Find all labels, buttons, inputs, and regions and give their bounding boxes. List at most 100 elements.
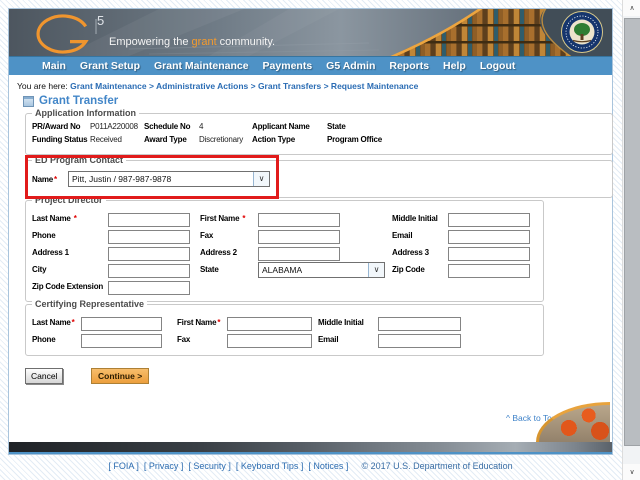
breadcrumb: You are here: Grant Maintenance > Admini…	[9, 75, 612, 91]
certifying-representative-section: Certifying Representative Last Name* Fir…	[25, 304, 544, 356]
required-marker: *	[72, 318, 75, 327]
pd-phone-input[interactable]	[108, 230, 190, 244]
ed-name-label: Name*	[32, 175, 68, 184]
cr-last-name-label: Last Name*	[32, 318, 81, 327]
nav-item-logout[interactable]: Logout	[480, 60, 516, 72]
pd-zip-ext-label: Zip Code Extension	[32, 282, 108, 291]
cr-first-name-label: First Name*	[177, 318, 227, 327]
banner-tagline: Empowering the grant community.	[109, 36, 275, 48]
cr-middle-initial-label: Middle Initial	[318, 318, 378, 327]
required-marker: *	[217, 318, 220, 327]
footer-link-keyboard-tips[interactable]: [ Keyboard Tips ]	[236, 461, 304, 471]
cr-email-input[interactable]	[378, 334, 461, 348]
footer-banner-bar	[9, 442, 612, 454]
required-marker: *	[242, 214, 245, 223]
g5-page: 5 Empowering the grant community. Main G…	[8, 8, 613, 455]
department-of-education-seal	[562, 12, 603, 53]
pd-last-name-input[interactable]	[108, 213, 190, 227]
classroom-corner-image	[536, 402, 610, 442]
pd-address3-input[interactable]	[448, 247, 530, 261]
project-director-section: Project Director Last Name * First Name …	[25, 200, 544, 302]
pd-middle-initial-label: Middle Initial	[392, 214, 448, 223]
footer: [ FOIA ] [ Privacy ] [ Security ] [ Keyb…	[0, 461, 621, 471]
pr-award-no-value: P011A220008	[90, 122, 144, 131]
pd-zip-label: Zip Code	[392, 265, 448, 274]
footer-link-privacy[interactable]: [ Privacy ]	[144, 461, 184, 471]
cr-fax-input[interactable]	[227, 334, 312, 348]
browser-viewport: 5 Empowering the grant community. Main G…	[0, 0, 640, 480]
pd-city-input[interactable]	[108, 264, 190, 278]
action-type-label: Action Type	[252, 135, 327, 144]
chevron-down-icon[interactable]	[253, 172, 269, 186]
pd-address2-label: Address 2	[200, 248, 258, 257]
footer-link-security[interactable]: [ Security ]	[188, 461, 231, 471]
certifying-representative-legend: Certifying Representative	[32, 299, 147, 309]
application-information-section: Application Information PR/Award No P011…	[25, 113, 613, 155]
cr-last-name-input[interactable]	[81, 317, 162, 331]
cr-phone-input[interactable]	[81, 334, 162, 348]
page-title: Grant Transfer	[23, 95, 118, 107]
application-information-legend: Application Information	[32, 108, 139, 118]
scroll-down-icon[interactable]	[623, 464, 640, 480]
award-type-label: Award Type	[144, 135, 199, 144]
main-navbar: Main Grant Setup Grant Maintenance Payme…	[9, 56, 612, 75]
pd-state-label: State	[200, 265, 258, 274]
nav-item-main[interactable]: Main	[42, 60, 66, 72]
nav-item-grant-maintenance[interactable]: Grant Maintenance	[154, 60, 249, 72]
nav-item-payments[interactable]: Payments	[263, 60, 313, 72]
pd-address1-input[interactable]	[108, 247, 190, 261]
pd-email-input[interactable]	[448, 230, 530, 244]
applicant-name-label: Applicant Name	[252, 122, 327, 131]
pd-address3-label: Address 3	[392, 248, 448, 257]
pd-fax-input[interactable]	[258, 230, 340, 244]
header-banner: 5 Empowering the grant community.	[9, 9, 612, 56]
nav-item-help[interactable]: Help	[443, 60, 466, 72]
cr-fax-label: Fax	[177, 335, 227, 344]
project-director-legend: Project Director	[32, 195, 106, 205]
window-icon	[23, 96, 34, 107]
program-office-label: Program Office	[327, 135, 382, 144]
ed-name-select[interactable]: Pitt, Justin / 987-987-9878	[68, 171, 270, 187]
pd-email-label: Email	[392, 231, 448, 240]
breadcrumb-path[interactable]: Grant Maintenance > Administrative Actio…	[70, 81, 418, 91]
footer-link-foia[interactable]: [ FOIA ]	[108, 461, 139, 471]
pd-zip-input[interactable]	[448, 264, 530, 278]
cr-phone-label: Phone	[32, 335, 81, 344]
nav-item-g5-admin[interactable]: G5 Admin	[326, 60, 375, 72]
chevron-down-icon[interactable]	[368, 263, 384, 277]
page-title-text: Grant Transfer	[39, 95, 118, 107]
ed-program-contact-section: ED Program Contact Name* Pitt, Justin / …	[25, 160, 613, 198]
cr-first-name-input[interactable]	[227, 317, 312, 331]
required-marker: *	[74, 214, 77, 223]
pr-award-no-label: PR/Award No	[32, 122, 90, 131]
vertical-scrollbar[interactable]	[622, 0, 640, 480]
copyright-text: © 2017 U.S. Department of Education	[361, 461, 512, 471]
scrollbar-thumb[interactable]	[624, 18, 640, 446]
banner-art: 5 Empowering the grant community.	[9, 9, 612, 56]
nav-item-grant-setup[interactable]: Grant Setup	[80, 60, 140, 72]
cr-middle-initial-input[interactable]	[378, 317, 461, 331]
pd-address2-input[interactable]	[258, 247, 340, 261]
pd-first-name-input[interactable]	[258, 213, 340, 227]
cancel-button[interactable]: Cancel	[25, 368, 63, 384]
breadcrumb-prefix: You are here:	[17, 81, 68, 91]
pd-city-label: City	[32, 265, 108, 274]
funding-status-label: Funding Status	[32, 135, 90, 144]
nav-item-reports[interactable]: Reports	[389, 60, 429, 72]
pd-state-select[interactable]: ALABAMA	[258, 262, 385, 278]
pd-address1-label: Address 1	[32, 248, 108, 257]
ed-name-select-value: Pitt, Justin / 987-987-9878	[72, 174, 171, 184]
pd-state-select-value: ALABAMA	[262, 265, 302, 275]
award-type-value: Discretionary	[199, 135, 252, 144]
schedule-no-value: 4	[199, 122, 252, 131]
footer-link-notices[interactable]: [ Notices ]	[308, 461, 348, 471]
ed-program-contact-legend: ED Program Contact	[32, 155, 126, 165]
pd-phone-label: Phone	[32, 231, 108, 240]
schedule-no-label: Schedule No	[144, 122, 199, 131]
continue-button[interactable]: Continue >	[91, 368, 149, 384]
scroll-up-icon[interactable]	[623, 0, 640, 16]
g5-logo-sup: 5	[97, 13, 104, 28]
pd-middle-initial-input[interactable]	[448, 213, 530, 227]
pd-zip-ext-input[interactable]	[108, 281, 190, 295]
pd-last-name-label: Last Name *	[32, 214, 108, 223]
